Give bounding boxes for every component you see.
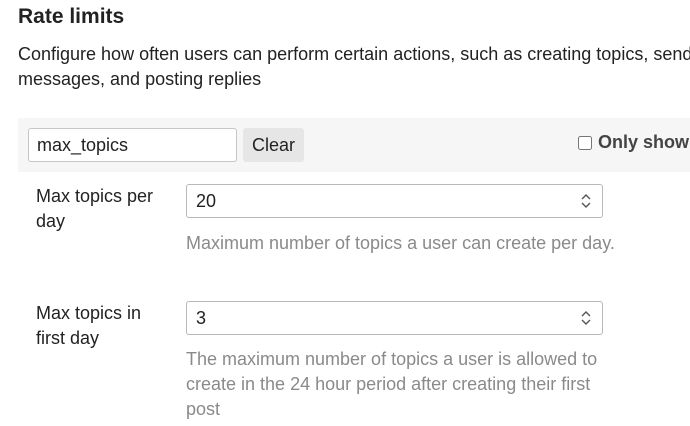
spinner-arrows-icon[interactable]: [579, 193, 593, 209]
filter-input[interactable]: [28, 128, 237, 162]
setting-label-max-topics-per-day: Max topics per day: [36, 186, 154, 231]
max-topics-per-day-input[interactable]: 20: [186, 184, 603, 218]
rate-limits-page: Rate limits Configure how often users ca…: [0, 0, 690, 426]
only-show-overridden-checkbox[interactable]: [578, 135, 592, 150]
max-topics-in-first-day-input[interactable]: 3: [186, 301, 603, 335]
max-topics-in-first-day-value: 3: [196, 308, 207, 328]
clear-button[interactable]: Clear: [243, 128, 304, 162]
setting-label-max-topics-in-first-day: Max topics in first day: [36, 303, 142, 348]
only-show-overridden-label: Only show overridden: [598, 132, 690, 152]
only-show-overridden-toggle[interactable]: Only show overridden: [578, 132, 690, 153]
spinner-arrows-icon[interactable]: [579, 310, 593, 326]
section-description: Configure how often users can perform ce…: [18, 44, 690, 89]
section-title: Rate limits: [18, 5, 125, 28]
setting-help-max-topics-per-day: Maximum number of topics a user can crea…: [186, 233, 615, 253]
filter-toolbar: Clear Only show overridden: [18, 118, 690, 172]
setting-help-max-topics-in-first-day: The maximum number of topics a user is a…: [186, 349, 598, 419]
max-topics-per-day-value: 20: [196, 191, 217, 211]
